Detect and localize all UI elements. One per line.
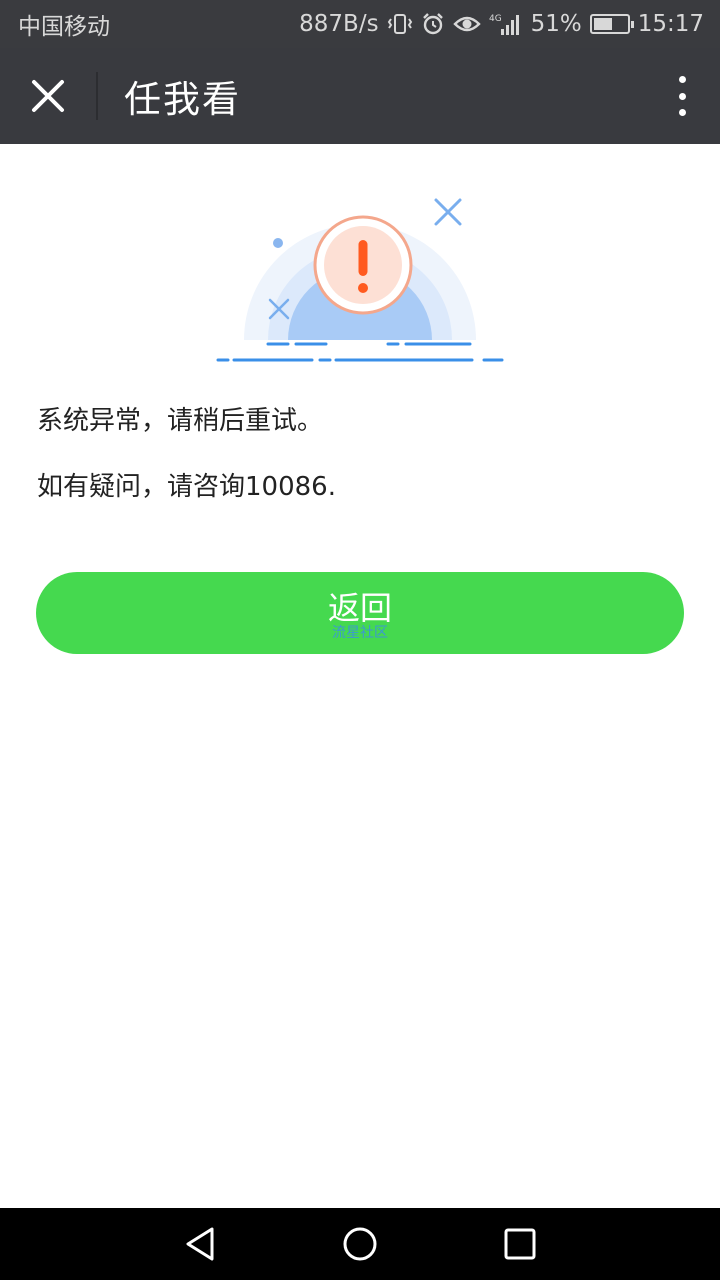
ground-lines — [216, 342, 504, 362]
title-divider — [96, 72, 98, 120]
home-circle-icon — [343, 1227, 377, 1261]
eye-icon — [452, 13, 481, 35]
contact-message: 如有疑问，请咨询10086. — [37, 472, 336, 502]
more-vertical-icon — [678, 76, 686, 83]
back-triangle-icon — [186, 1227, 214, 1261]
error-illustration — [216, 198, 504, 362]
network-type: 4G — [489, 14, 502, 24]
clock: 15:17 — [637, 11, 704, 37]
carrier-label: 中国移动 — [18, 14, 110, 40]
close-icon — [32, 80, 64, 112]
watermark-text: 流星社区 — [332, 625, 388, 641]
dot-decoration — [273, 238, 283, 248]
error-message: 系统异常，请稍后重试。 — [37, 406, 324, 436]
recents-nav-button[interactable] — [500, 1226, 540, 1262]
title-bar: 任我看 — [0, 48, 720, 144]
signal-icon: 4G — [489, 12, 523, 36]
close-button[interactable] — [0, 48, 96, 144]
battery-percent: 51% — [530, 11, 582, 37]
more-button[interactable] — [674, 76, 690, 116]
status-bar: 中国移动 887B/s 4G 51% 15:17 — [0, 0, 720, 48]
vibrate-icon — [387, 12, 413, 36]
back-nav-button[interactable] — [180, 1226, 220, 1262]
sparkle-icon — [434, 198, 462, 226]
system-navigation-bar — [0, 1208, 720, 1280]
battery-icon — [589, 14, 634, 34]
back-button[interactable]: 返回 流星社区 — [36, 572, 684, 654]
page-title: 任我看 — [124, 78, 241, 121]
status-icons: 887B/s 4G 51% 15:17 — [299, 11, 704, 37]
recents-square-icon — [504, 1228, 536, 1260]
net-speed: 887B/s — [299, 11, 379, 37]
home-nav-button[interactable] — [340, 1226, 380, 1262]
alarm-icon — [421, 12, 445, 36]
exclamation-icon — [358, 240, 368, 276]
back-button-label: 返回 — [327, 589, 392, 627]
